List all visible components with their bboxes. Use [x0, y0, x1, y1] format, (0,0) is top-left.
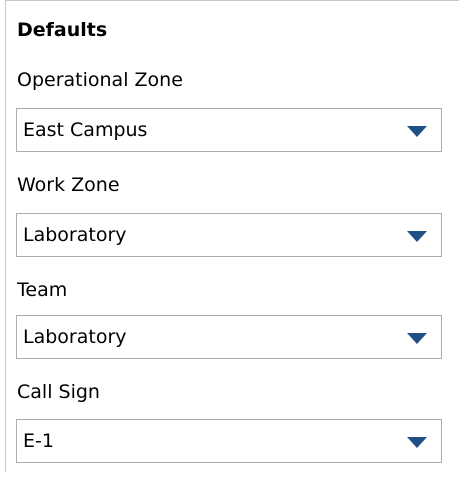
- panel-divider-left: [5, 0, 6, 472]
- team-value: Laboratory: [23, 326, 127, 348]
- chevron-down-icon[interactable]: [407, 126, 427, 137]
- work-zone-value: Laboratory: [23, 224, 127, 246]
- operational-zone-dropdown[interactable]: East Campus: [16, 108, 442, 152]
- operational-zone-value: East Campus: [23, 119, 148, 141]
- work-zone-label: Work Zone: [17, 174, 120, 196]
- team-dropdown[interactable]: Laboratory: [16, 315, 442, 359]
- section-title: Defaults: [17, 19, 108, 41]
- panel-divider-top: [5, 0, 459, 1]
- call-sign-label: Call Sign: [17, 381, 100, 403]
- call-sign-dropdown[interactable]: E-1: [16, 419, 442, 463]
- team-label: Team: [17, 279, 68, 301]
- work-zone-dropdown[interactable]: Laboratory: [16, 213, 442, 257]
- call-sign-value: E-1: [23, 430, 54, 452]
- defaults-panel: Defaults Operational Zone East Campus Wo…: [0, 0, 459, 489]
- operational-zone-label: Operational Zone: [17, 69, 183, 91]
- chevron-down-icon[interactable]: [407, 333, 427, 344]
- chevron-down-icon[interactable]: [407, 231, 427, 242]
- chevron-down-icon[interactable]: [407, 437, 427, 448]
